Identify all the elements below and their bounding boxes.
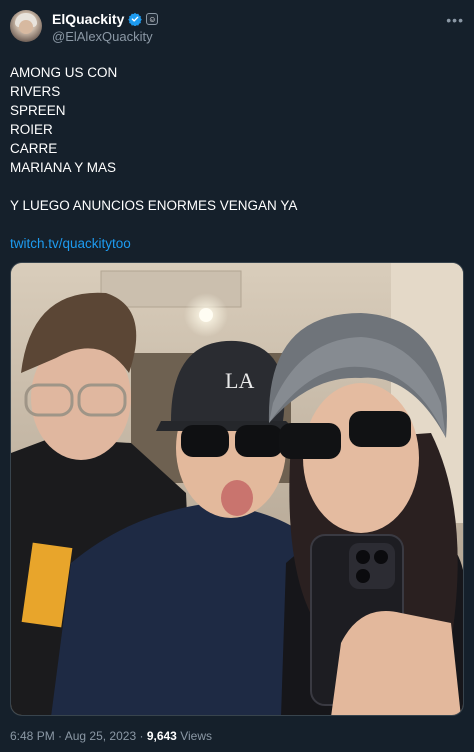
more-options-icon[interactable]: ••• bbox=[446, 12, 464, 28]
tweet-line bbox=[10, 215, 460, 234]
cap-logo: LA bbox=[225, 368, 254, 393]
tweet-header: ElQuackity ☺ @ElAlexQuackity ••• bbox=[10, 10, 464, 46]
author-name-row: ElQuackity ☺ bbox=[52, 11, 159, 27]
avatar[interactable] bbox=[10, 10, 42, 42]
tweet-line: ROIER bbox=[10, 122, 53, 137]
tweet-line: CARRE bbox=[10, 141, 58, 156]
tweet-line: Y LUEGO ANUNCIOS ENORMES VENGAN YA bbox=[10, 198, 298, 213]
author-display-name[interactable]: ElQuackity bbox=[52, 11, 124, 27]
tweet-date[interactable]: Aug 25, 2023 bbox=[65, 729, 136, 743]
views-label: Views bbox=[180, 729, 212, 743]
views-count: 9,643 bbox=[146, 729, 177, 743]
tweet-time[interactable]: 6:48 PM bbox=[10, 729, 55, 743]
tweet-photo[interactable]: LA bbox=[10, 262, 464, 716]
tweet-line: SPREEN bbox=[10, 103, 66, 118]
tweet-line bbox=[10, 177, 460, 196]
tweet-meta: 6:48 PM · Aug 25, 2023 · 9,643 Views bbox=[10, 729, 212, 743]
tweet-line: MARIANA Y MAS bbox=[10, 160, 117, 175]
meta-separator: · bbox=[58, 729, 63, 743]
twitch-link[interactable]: twitch.tv/quackitytoo bbox=[10, 234, 460, 253]
selfie-photo-illustration: LA bbox=[11, 263, 463, 715]
meta-separator: · bbox=[139, 729, 144, 743]
tweet-text: AMONG US CON RIVERS SPREEN ROIER CARRE M… bbox=[10, 63, 460, 253]
emoji-face-icon[interactable]: ☺ bbox=[146, 13, 159, 25]
author-handle[interactable]: @ElAlexQuackity bbox=[52, 29, 153, 44]
tweet-line: RIVERS bbox=[10, 84, 61, 99]
tweet-line: AMONG US CON bbox=[10, 65, 118, 80]
verified-badge-icon[interactable] bbox=[128, 12, 143, 26]
